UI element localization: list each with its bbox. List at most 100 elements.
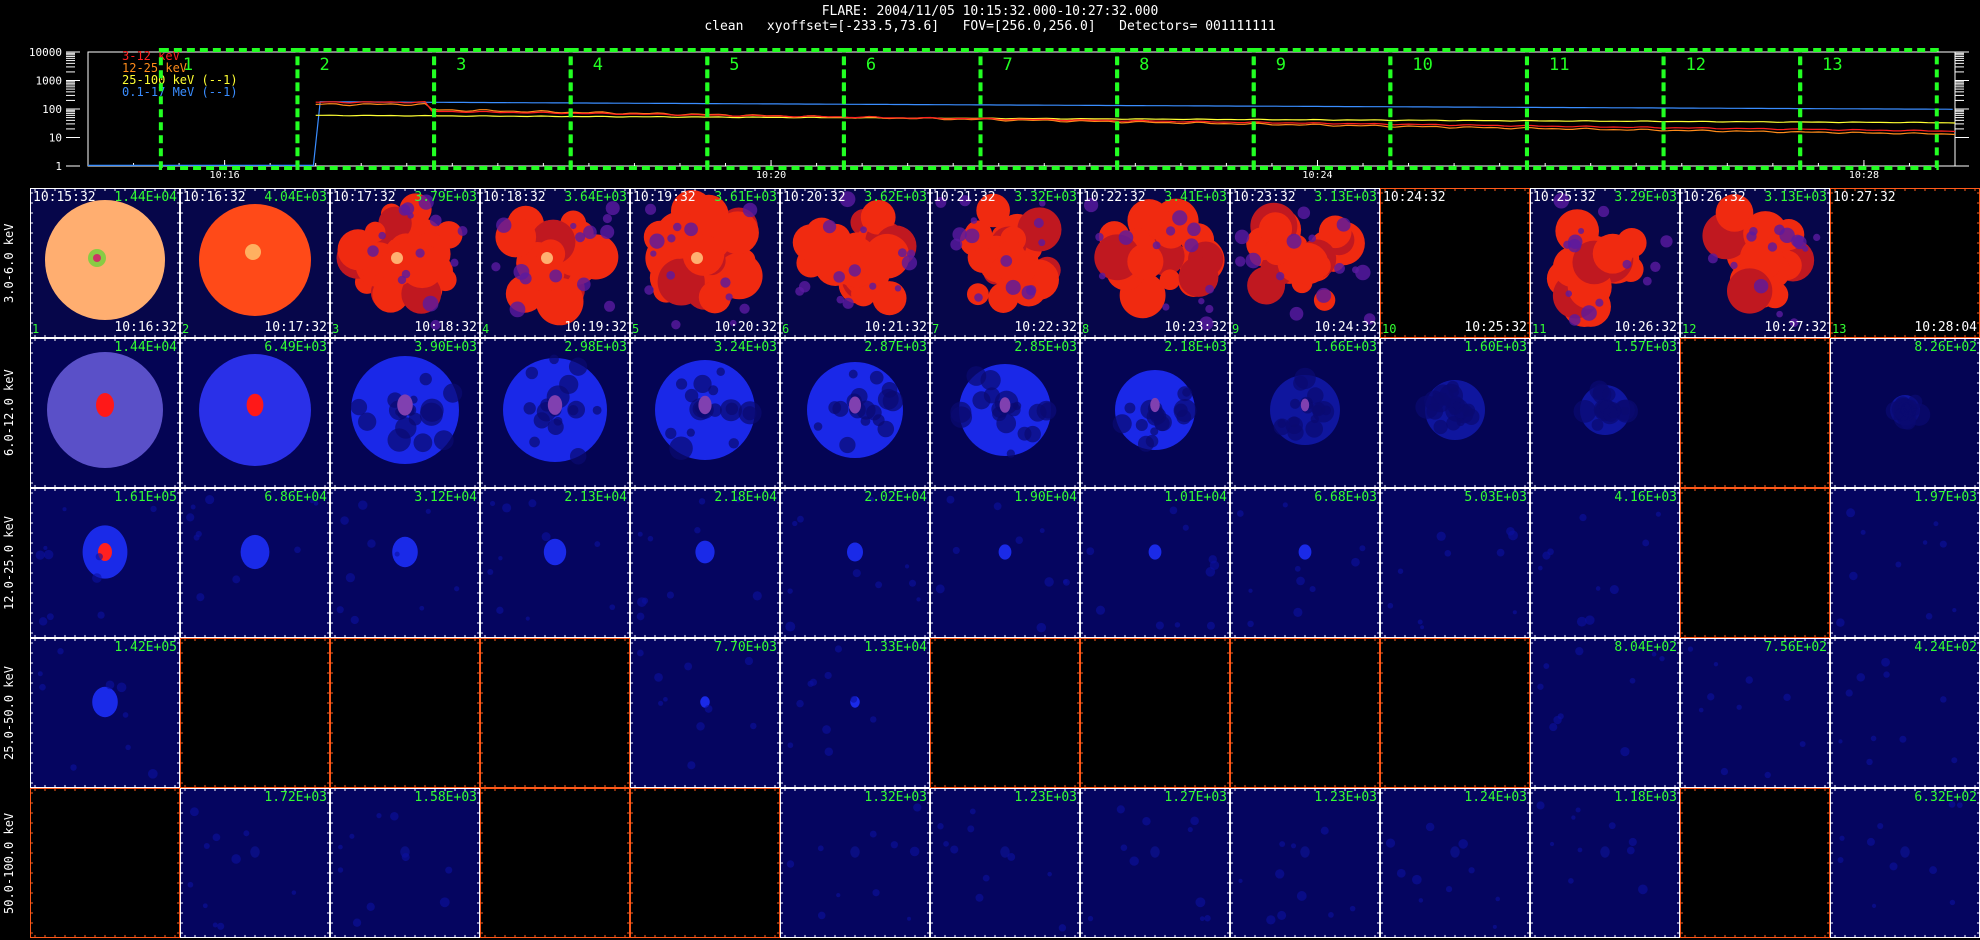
image-background [630,638,780,788]
noise-patch [350,398,368,416]
image-canvas [480,788,630,938]
image-cell [1230,638,1380,788]
image-cell [1380,638,1530,788]
interval-end-time: 10:22:32 [1014,320,1077,335]
image-cell [1680,338,1830,488]
time-interval-label: 6 [866,55,876,75]
noise-patch [1870,735,1877,742]
noise-patch [1764,771,1771,779]
image-canvas [180,188,330,338]
noise-patch [686,428,695,437]
image-cell: 2.18E+03 [1080,338,1230,488]
image-cell: 3.12E+04 [330,488,480,638]
noise-patch [549,269,563,283]
image-canvas [1230,788,1380,938]
noise-patch [1316,287,1332,303]
x-tick-label: 10:16 [210,170,240,181]
time-interval-box [1524,48,1666,170]
peak-value: 1.60E+03 [1464,340,1527,355]
peak-value: 1.57E+03 [1614,340,1677,355]
noise-patch [568,357,588,376]
noise-patch [1397,568,1404,574]
peak-value: 3.13E+03 [1764,190,1827,205]
noise-patch [105,680,115,690]
noise-patch [413,433,433,453]
time-interval-label: 2 [319,55,329,75]
noise-patch [1730,261,1738,270]
noise-patch [787,742,794,749]
noise-patch [1753,278,1769,294]
noise-patch [636,612,645,621]
noise-patch [203,842,210,849]
interval-index: 8 [1082,322,1090,336]
noise-patch [792,520,798,527]
noise-patch [1707,693,1715,701]
time-interval-label: 11 [1549,55,1569,75]
noise-patch [1578,227,1585,235]
noise-patch [1860,529,1866,535]
noise-patch [1279,841,1286,848]
image-canvas [630,488,780,638]
curve-0.1-17MeV [88,101,1953,166]
time-interval-label: 7 [1003,55,1013,75]
interval-index: 4 [482,322,490,336]
noise-patch [429,214,442,227]
image-cell: 1.97E+03 [1830,488,1980,638]
image-cell: 2.13E+04 [480,488,630,638]
image-canvas [630,338,780,488]
noise-patch [704,705,713,713]
noise-patch [367,539,376,548]
noise-patch [366,902,375,911]
image-canvas [630,188,780,338]
image-canvas [1530,638,1680,788]
noise-patch [1547,548,1554,556]
image-cell: 1.57E+03 [1530,338,1680,488]
noise-patch [950,238,963,251]
noise-patch [358,412,377,431]
peak-value: 3.90E+03 [414,340,477,355]
noise-patch [189,807,199,817]
noise-patch [1899,735,1907,743]
noise-patch [881,381,898,398]
peak-value: 2.13E+04 [564,490,627,505]
image-canvas [30,188,180,338]
image-canvas [30,788,180,938]
noise-patch [1336,217,1351,232]
noise-patch [570,222,577,230]
noise-patch [350,615,359,625]
image-cell: 1.72E+03 [180,788,330,938]
noise-patch [833,271,845,283]
peak-value: 1.44E+04 [114,190,177,205]
interval-index: 2 [182,322,190,336]
noise-patch [525,616,530,621]
image-cell: 10:26:32 10:27:32 12 3.13E+03 [1680,188,1830,338]
noise-patch [1436,531,1446,541]
noise-patch [875,581,883,589]
noise-patch [1182,524,1189,531]
noise-patch [904,564,910,569]
noise-patch [1187,222,1201,237]
image-cell: 1.66E+03 [1230,338,1380,488]
noise-patch [422,295,439,312]
peak-value: 3.61E+03 [714,190,777,205]
noise-patch [1086,547,1095,556]
noise-patch [1124,402,1136,414]
interval-start-time: 10:19:32 [633,190,696,205]
noise-patch [1309,586,1316,593]
noise-patch [541,532,551,542]
image-background [1680,638,1830,788]
image-cell: 10:24:32 10:25:32 10 [1380,188,1530,338]
time-interval-label: 5 [729,55,739,75]
image-canvas [930,188,1080,338]
peak-value: 2.87E+03 [864,340,927,355]
image-canvas [330,488,480,638]
source-core [245,244,261,260]
noise-patch [1293,375,1308,391]
noise-patch [217,922,225,930]
peak-value: 6.68E+03 [1314,490,1377,505]
image-canvas [1080,188,1230,338]
noise-patch [1568,314,1581,326]
noise-patch [425,508,431,514]
noise-patch [345,573,356,583]
peak-value: 1.32E+03 [864,790,927,805]
